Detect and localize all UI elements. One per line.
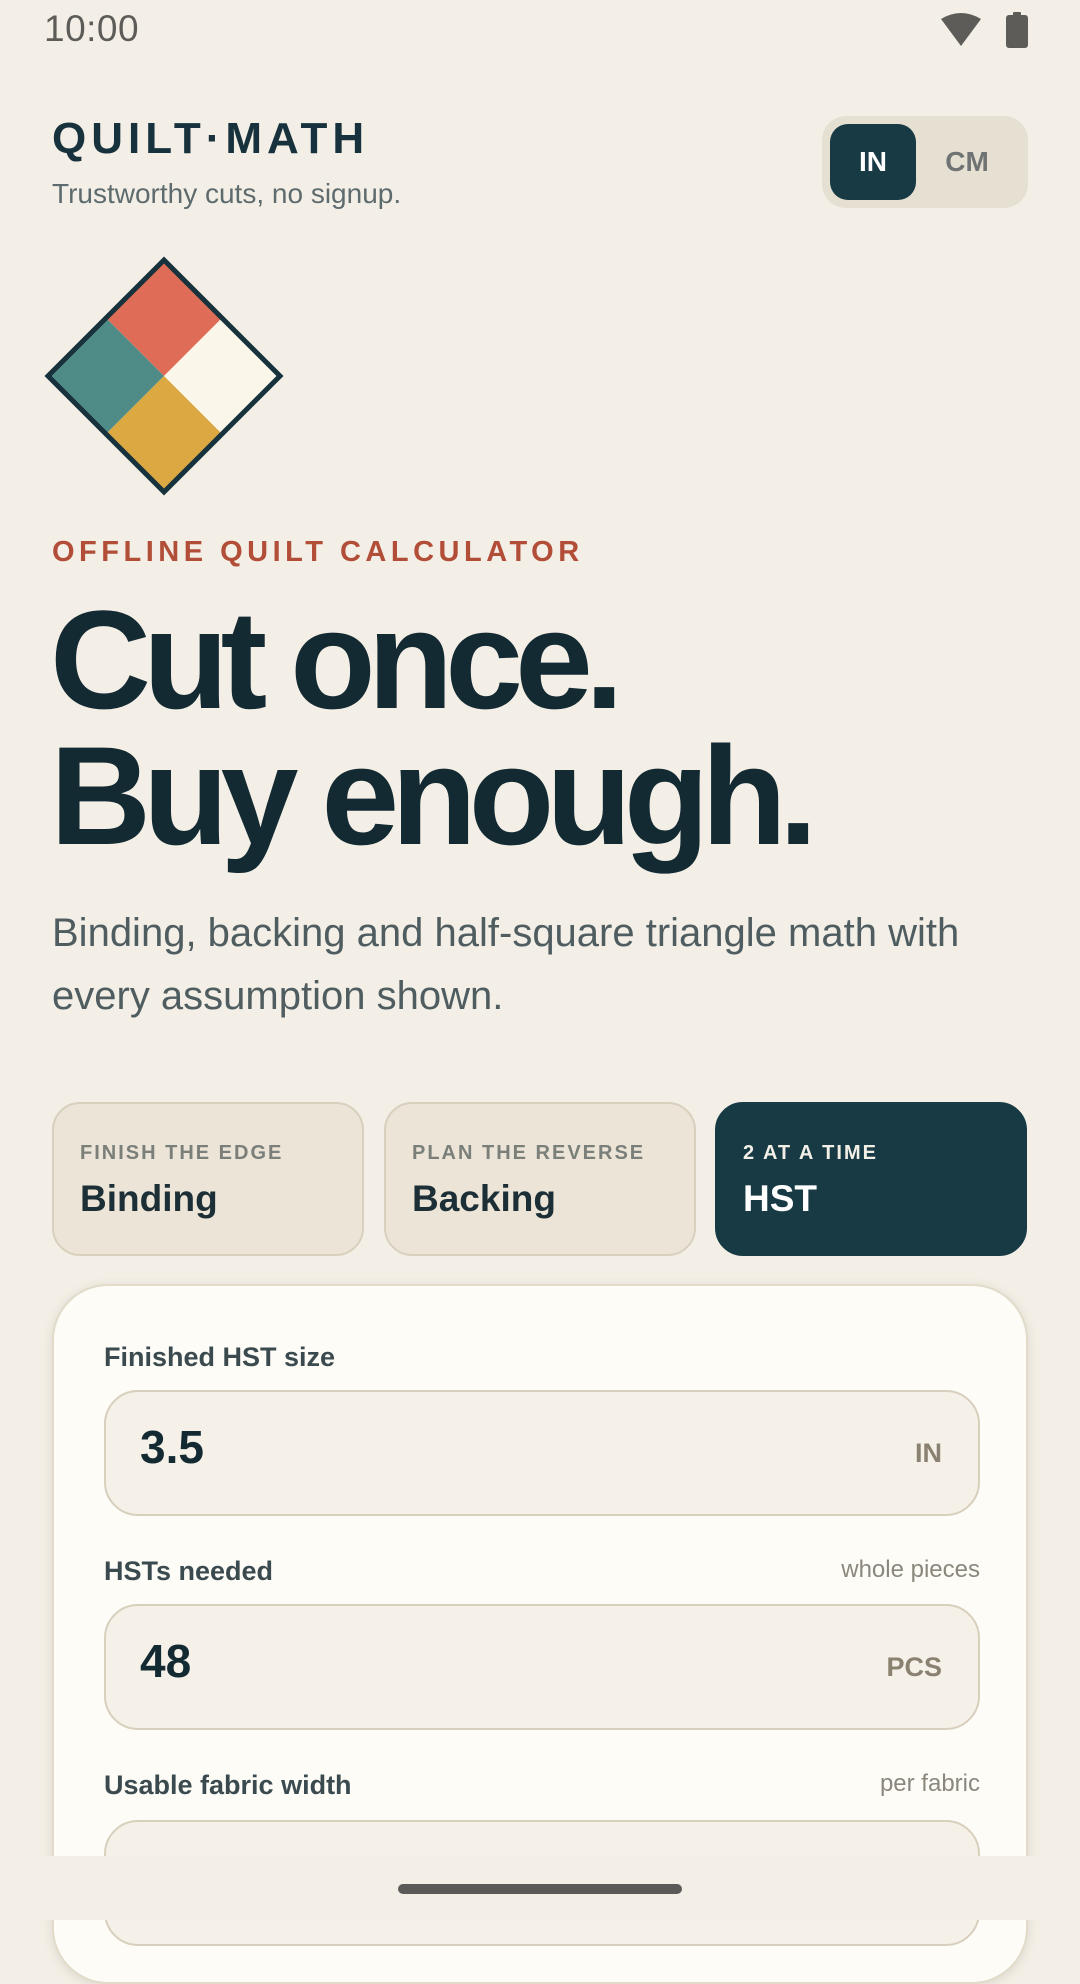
fabric-width-hint: per fabric <box>879 1770 980 1797</box>
hst-size-value: 3.5 <box>140 1421 204 1473</box>
status-time: 10:00 <box>44 8 140 49</box>
hsts-needed-input[interactable]: 48 PCS <box>104 1604 980 1730</box>
app-title: QUILT·MATH <box>52 114 370 163</box>
status-icons <box>940 12 1028 48</box>
unit-cm-button[interactable]: CM <box>924 124 1010 200</box>
hsts-needed-label: HSTs needed <box>104 1556 274 1586</box>
unit-in-button[interactable]: IN <box>830 124 916 200</box>
mode-kicker: 2 AT A TIME <box>743 1142 878 1164</box>
hsts-needed-hint: whole pieces <box>841 1556 980 1583</box>
unit-toggle: IN CM <box>822 116 1028 208</box>
mode-card-backing[interactable]: PLAN THE REVERSE Backing <box>384 1102 696 1256</box>
mode-card-binding[interactable]: FINISH THE EDGE Binding <box>52 1102 364 1256</box>
app-tagline: Trustworthy cuts, no signup. <box>52 178 402 209</box>
quilt-block-logo <box>44 256 284 496</box>
headline-line-1: Cut once. <box>50 581 624 738</box>
mode-kicker: PLAN THE REVERSE <box>412 1142 646 1164</box>
hst-size-label: Finished HST size <box>104 1342 336 1372</box>
hst-size-unit: IN <box>915 1438 942 1468</box>
fabric-width-label: Usable fabric width <box>104 1770 352 1800</box>
hst-size-input[interactable]: 3.5 IN <box>104 1390 980 1516</box>
mode-title: Binding <box>80 1178 218 1219</box>
mode-title: HST <box>743 1178 817 1219</box>
hsts-needed-unit: PCS <box>886 1652 942 1682</box>
hsts-needed-value: 48 <box>140 1635 192 1687</box>
headline-line-2: Buy enough. <box>50 717 818 874</box>
wifi-icon <box>941 13 981 46</box>
eyebrow-label: OFFLINE QUILT CALCULATOR <box>52 536 584 568</box>
status-bar: 10:00 <box>0 0 1080 62</box>
battery-icon <box>1006 12 1028 48</box>
home-indicator[interactable] <box>398 1884 682 1894</box>
mode-title: Backing <box>412 1178 556 1219</box>
mode-card-hst[interactable]: 2 AT A TIME HST <box>715 1102 1027 1256</box>
mode-kicker: FINISH THE EDGE <box>80 1142 284 1164</box>
hero-subtitle: Binding, backing and half-square triangl… <box>52 911 960 1018</box>
